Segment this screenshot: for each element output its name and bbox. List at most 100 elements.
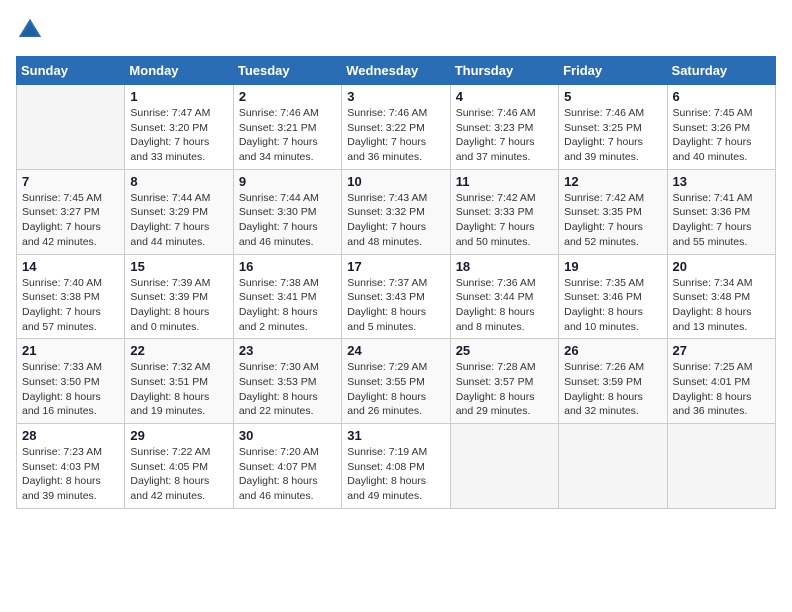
day-number: 13 bbox=[673, 174, 770, 189]
day-detail: Sunrise: 7:20 AMSunset: 4:07 PMDaylight:… bbox=[239, 446, 319, 502]
calendar-cell: 23Sunrise: 7:30 AMSunset: 3:53 PMDayligh… bbox=[233, 339, 341, 424]
day-number: 15 bbox=[130, 259, 227, 274]
day-detail: Sunrise: 7:28 AMSunset: 3:57 PMDaylight:… bbox=[456, 361, 536, 417]
day-number: 20 bbox=[673, 259, 770, 274]
day-detail: Sunrise: 7:47 AMSunset: 3:20 PMDaylight:… bbox=[130, 107, 210, 163]
day-detail: Sunrise: 7:45 AMSunset: 3:26 PMDaylight:… bbox=[673, 107, 753, 163]
calendar-cell: 19Sunrise: 7:35 AMSunset: 3:46 PMDayligh… bbox=[559, 254, 667, 339]
calendar-table: SundayMondayTuesdayWednesdayThursdayFrid… bbox=[16, 56, 776, 509]
logo bbox=[16, 16, 48, 44]
day-number: 4 bbox=[456, 89, 553, 104]
day-number: 3 bbox=[347, 89, 444, 104]
day-number: 9 bbox=[239, 174, 336, 189]
day-detail: Sunrise: 7:46 AMSunset: 3:25 PMDaylight:… bbox=[564, 107, 644, 163]
day-detail: Sunrise: 7:25 AMSunset: 4:01 PMDaylight:… bbox=[673, 361, 753, 417]
day-detail: Sunrise: 7:45 AMSunset: 3:27 PMDaylight:… bbox=[22, 192, 102, 248]
day-number: 17 bbox=[347, 259, 444, 274]
day-number: 28 bbox=[22, 428, 119, 443]
day-number: 11 bbox=[456, 174, 553, 189]
day-detail: Sunrise: 7:22 AMSunset: 4:05 PMDaylight:… bbox=[130, 446, 210, 502]
day-detail: Sunrise: 7:40 AMSunset: 3:38 PMDaylight:… bbox=[22, 277, 102, 333]
calendar-cell: 16 Sunrise: 7:38 AMSunset: 3:41 PMDayligh… bbox=[233, 254, 341, 339]
day-number: 18 bbox=[456, 259, 553, 274]
day-detail: Sunrise: 7:43 AMSunset: 3:32 PMDaylight:… bbox=[347, 192, 427, 248]
header-monday: Monday bbox=[125, 57, 233, 85]
day-detail: Sunrise: 7:42 AMSunset: 3:35 PMDaylight:… bbox=[564, 192, 644, 248]
day-detail: Sunrise: 7:46 AMSunset: 3:23 PMDaylight:… bbox=[456, 107, 536, 163]
header-tuesday: Tuesday bbox=[233, 57, 341, 85]
day-detail: Sunrise: 7:37 AMSunset: 3:43 PMDaylight:… bbox=[347, 277, 427, 333]
week-row-5: 28Sunrise: 7:23 AMSunset: 4:03 PMDayligh… bbox=[17, 424, 776, 509]
calendar-cell: 13 Sunrise: 7:41 AMSunset: 3:36 PMDayligh… bbox=[667, 169, 775, 254]
week-row-4: 21Sunrise: 7:33 AMSunset: 3:50 PMDayligh… bbox=[17, 339, 776, 424]
day-number: 8 bbox=[130, 174, 227, 189]
calendar-cell: 11 Sunrise: 7:42 AMSunset: 3:33 PMDayligh… bbox=[450, 169, 558, 254]
calendar-cell: 22Sunrise: 7:32 AMSunset: 3:51 PMDayligh… bbox=[125, 339, 233, 424]
day-number: 23 bbox=[239, 343, 336, 358]
week-row-1: 1 Sunrise: 7:47 AMSunset: 3:20 PMDaylight… bbox=[17, 85, 776, 170]
calendar-cell: 26Sunrise: 7:26 AMSunset: 3:59 PMDayligh… bbox=[559, 339, 667, 424]
header-saturday: Saturday bbox=[667, 57, 775, 85]
page-header bbox=[16, 16, 776, 44]
header-friday: Friday bbox=[559, 57, 667, 85]
header-sunday: Sunday bbox=[17, 57, 125, 85]
day-detail: Sunrise: 7:44 AMSunset: 3:29 PMDaylight:… bbox=[130, 192, 210, 248]
calendar-cell bbox=[559, 424, 667, 509]
day-number: 29 bbox=[130, 428, 227, 443]
calendar-cell: 15 Sunrise: 7:39 AMSunset: 3:39 PMDayligh… bbox=[125, 254, 233, 339]
week-row-3: 14 Sunrise: 7:40 AMSunset: 3:38 PMDayligh… bbox=[17, 254, 776, 339]
calendar-cell: 18 Sunrise: 7:36 AMSunset: 3:44 PMDayligh… bbox=[450, 254, 558, 339]
header-wednesday: Wednesday bbox=[342, 57, 450, 85]
day-number: 21 bbox=[22, 343, 119, 358]
calendar-cell: 28Sunrise: 7:23 AMSunset: 4:03 PMDayligh… bbox=[17, 424, 125, 509]
calendar-cell: 30 Sunrise: 7:20 AMSunset: 4:07 PMDayligh… bbox=[233, 424, 341, 509]
calendar-cell: 29 Sunrise: 7:22 AMSunset: 4:05 PMDayligh… bbox=[125, 424, 233, 509]
day-number: 19 bbox=[564, 259, 661, 274]
calendar-cell: 31 Sunrise: 7:19 AMSunset: 4:08 PMDayligh… bbox=[342, 424, 450, 509]
day-number: 1 bbox=[130, 89, 227, 104]
calendar-cell bbox=[17, 85, 125, 170]
calendar-cell: 3 Sunrise: 7:46 AMSunset: 3:22 PMDaylight… bbox=[342, 85, 450, 170]
calendar-cell: 5 Sunrise: 7:46 AMSunset: 3:25 PMDaylight… bbox=[559, 85, 667, 170]
calendar-cell bbox=[667, 424, 775, 509]
calendar-cell: 17 Sunrise: 7:37 AMSunset: 3:43 PMDayligh… bbox=[342, 254, 450, 339]
calendar-cell: 20Sunrise: 7:34 AMSunset: 3:48 PMDayligh… bbox=[667, 254, 775, 339]
calendar-cell: 4 Sunrise: 7:46 AMSunset: 3:23 PMDaylight… bbox=[450, 85, 558, 170]
day-number: 6 bbox=[673, 89, 770, 104]
day-detail: Sunrise: 7:42 AMSunset: 3:33 PMDaylight:… bbox=[456, 192, 536, 248]
day-detail: Sunrise: 7:32 AMSunset: 3:51 PMDaylight:… bbox=[130, 361, 210, 417]
day-detail: Sunrise: 7:29 AMSunset: 3:55 PMDaylight:… bbox=[347, 361, 427, 417]
day-number: 30 bbox=[239, 428, 336, 443]
calendar-cell: 7 Sunrise: 7:45 AMSunset: 3:27 PMDaylight… bbox=[17, 169, 125, 254]
header-thursday: Thursday bbox=[450, 57, 558, 85]
day-number: 12 bbox=[564, 174, 661, 189]
calendar-cell: 2 Sunrise: 7:46 AMSunset: 3:21 PMDaylight… bbox=[233, 85, 341, 170]
calendar-cell: 10Sunrise: 7:43 AMSunset: 3:32 PMDayligh… bbox=[342, 169, 450, 254]
day-detail: Sunrise: 7:41 AMSunset: 3:36 PMDaylight:… bbox=[673, 192, 753, 248]
calendar-cell: 21Sunrise: 7:33 AMSunset: 3:50 PMDayligh… bbox=[17, 339, 125, 424]
day-detail: Sunrise: 7:36 AMSunset: 3:44 PMDaylight:… bbox=[456, 277, 536, 333]
day-number: 2 bbox=[239, 89, 336, 104]
day-detail: Sunrise: 7:46 AMSunset: 3:21 PMDaylight:… bbox=[239, 107, 319, 163]
day-number: 7 bbox=[22, 174, 119, 189]
day-number: 5 bbox=[564, 89, 661, 104]
day-detail: Sunrise: 7:38 AMSunset: 3:41 PMDaylight:… bbox=[239, 277, 319, 333]
day-detail: Sunrise: 7:19 AMSunset: 4:08 PMDaylight:… bbox=[347, 446, 427, 502]
calendar-cell: 9Sunrise: 7:44 AMSunset: 3:30 PMDaylight… bbox=[233, 169, 341, 254]
day-number: 16 bbox=[239, 259, 336, 274]
calendar-cell: 25 Sunrise: 7:28 AMSunset: 3:57 PMDayligh… bbox=[450, 339, 558, 424]
logo-icon bbox=[16, 16, 44, 44]
day-number: 31 bbox=[347, 428, 444, 443]
day-number: 25 bbox=[456, 343, 553, 358]
calendar-cell: 8 Sunrise: 7:44 AMSunset: 3:29 PMDaylight… bbox=[125, 169, 233, 254]
day-number: 24 bbox=[347, 343, 444, 358]
calendar-cell: 14 Sunrise: 7:40 AMSunset: 3:38 PMDayligh… bbox=[17, 254, 125, 339]
calendar-cell: 27 Sunrise: 7:25 AMSunset: 4:01 PMDayligh… bbox=[667, 339, 775, 424]
day-detail: Sunrise: 7:39 AMSunset: 3:39 PMDaylight:… bbox=[130, 277, 210, 333]
day-number: 14 bbox=[22, 259, 119, 274]
calendar-header-row: SundayMondayTuesdayWednesdayThursdayFrid… bbox=[17, 57, 776, 85]
day-detail: Sunrise: 7:46 AMSunset: 3:22 PMDaylight:… bbox=[347, 107, 427, 163]
day-number: 26 bbox=[564, 343, 661, 358]
day-number: 27 bbox=[673, 343, 770, 358]
calendar-cell bbox=[450, 424, 558, 509]
